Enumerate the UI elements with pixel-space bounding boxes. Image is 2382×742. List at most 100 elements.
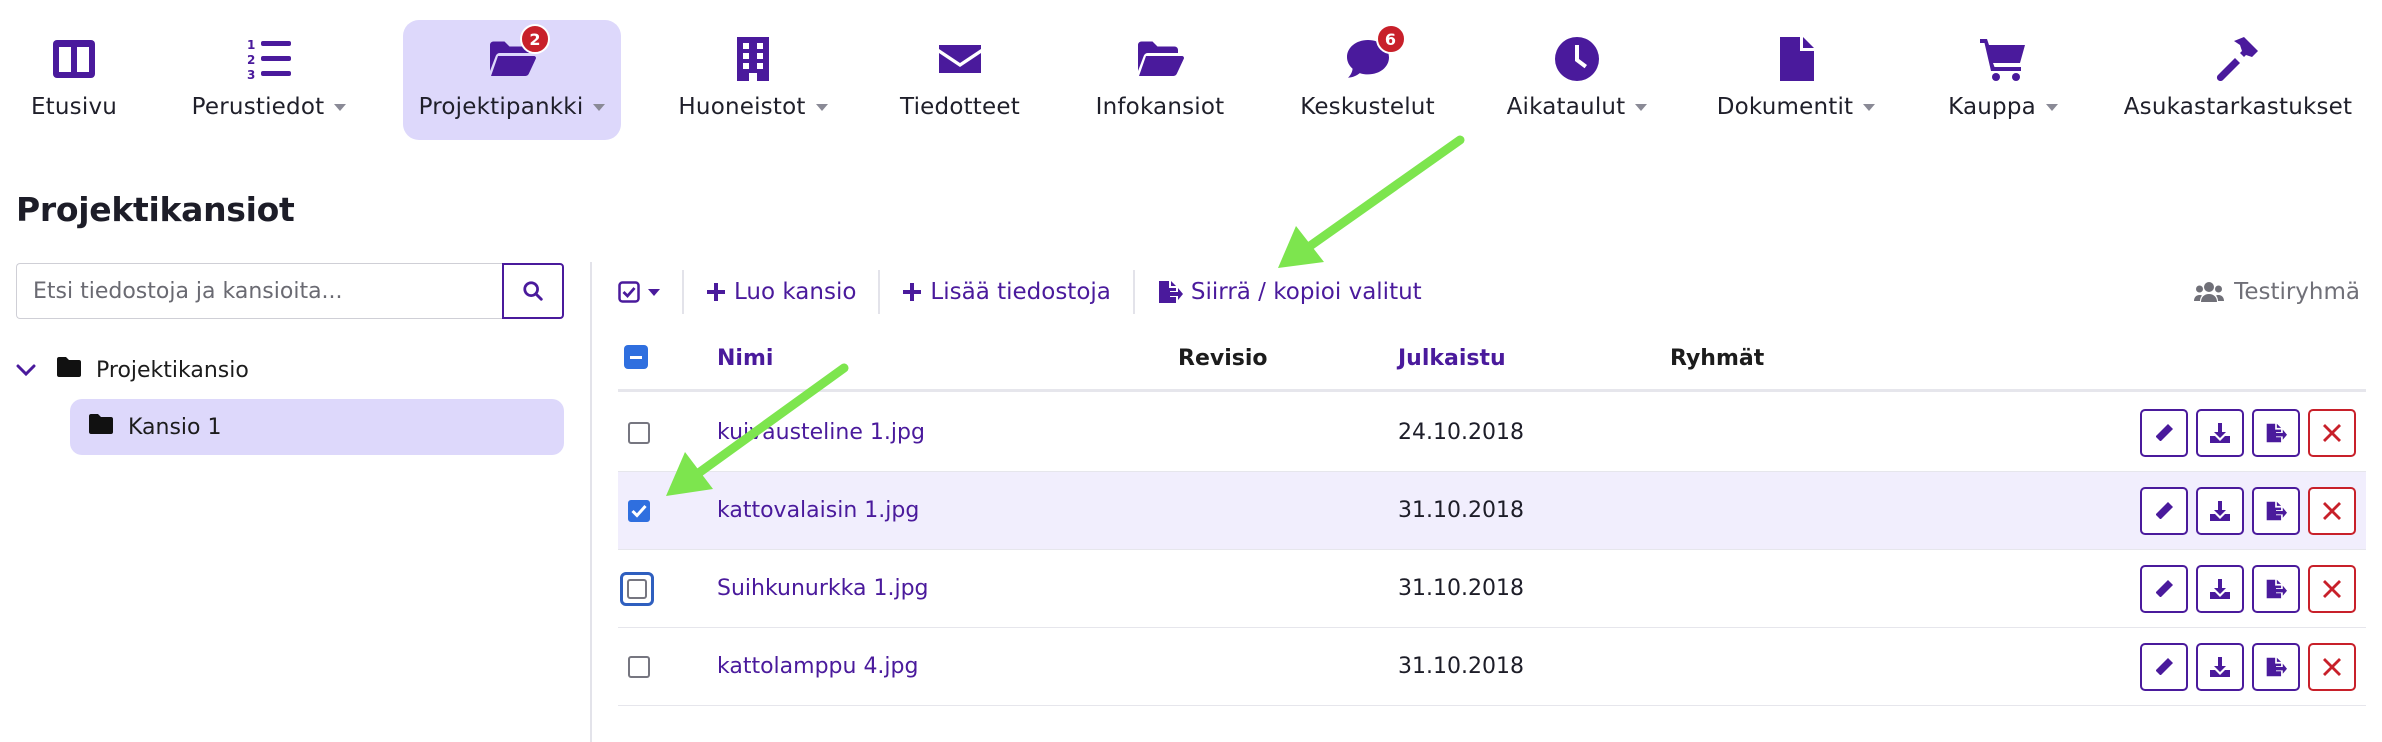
- table-row: kattovalaisin 1.jpg 31.10.2018: [618, 472, 2366, 550]
- file-export-icon: [2266, 423, 2287, 442]
- clock-icon: [1551, 34, 1603, 84]
- tree-node-root[interactable]: Projektikansio: [16, 352, 249, 388]
- nav-item-infokansiot[interactable]: Infokansiot: [1086, 20, 1234, 140]
- table-row: kattolamppu 4.jpg 31.10.2018: [618, 628, 2366, 706]
- nav-item-huoneistot[interactable]: Huoneistot: [670, 20, 836, 140]
- nav-item-kauppa[interactable]: Kauppa: [1938, 20, 2068, 140]
- nav-item-etusivu[interactable]: Etusivu: [14, 20, 134, 140]
- move-copy-file-button[interactable]: [2252, 408, 2300, 457]
- numbered-list-icon: 123: [243, 34, 295, 84]
- add-files-button[interactable]: Lisää tiedostoja: [880, 270, 1132, 314]
- row-actions: [2140, 564, 2356, 613]
- search-icon: [523, 281, 543, 301]
- caret-down-icon: [593, 103, 606, 111]
- file-search: [16, 263, 564, 319]
- file-name-link[interactable]: kuivausteline 1.jpg: [717, 420, 925, 445]
- nav-item-aikataulut[interactable]: Aikataulut: [1498, 20, 1656, 140]
- document-icon: [1770, 34, 1822, 84]
- download-button[interactable]: [2196, 564, 2244, 613]
- caret-down-icon: [334, 103, 347, 111]
- delete-button[interactable]: [2308, 486, 2356, 535]
- delete-button[interactable]: [2308, 408, 2356, 457]
- edit-button[interactable]: [2140, 486, 2188, 535]
- pencil-icon: [2156, 423, 2173, 441]
- download-button[interactable]: [2196, 486, 2244, 535]
- nav-label: Infokansiot: [1095, 94, 1225, 120]
- nav-item-keskustelut[interactable]: 6 Keskustelut: [1290, 20, 1445, 140]
- building-icon: [727, 34, 779, 84]
- move-copy-label: Siirrä / kopioi valitut: [1190, 279, 1422, 305]
- nav-label: Tiedotteet: [900, 94, 1020, 120]
- close-icon: [2323, 501, 2341, 520]
- row-checkbox[interactable]: [628, 499, 650, 522]
- row-checkbox[interactable]: [620, 571, 654, 606]
- row-actions: [2140, 486, 2356, 535]
- folder-icon: [88, 413, 114, 441]
- move-copy-file-button[interactable]: [2252, 642, 2300, 691]
- caret-down-icon: [815, 103, 828, 111]
- published-date: 31.10.2018: [1398, 498, 1524, 523]
- file-export-icon: [1158, 281, 1183, 303]
- move-copy-button[interactable]: Siirrä / kopioi valitut: [1135, 270, 1444, 314]
- column-header-published[interactable]: Julkaistu: [1398, 346, 1506, 371]
- move-copy-file-button[interactable]: [2252, 486, 2300, 535]
- chevron-down-icon[interactable]: [16, 358, 36, 383]
- nav-item-dokumentit[interactable]: Dokumentit: [1712, 20, 1880, 140]
- plus-icon: [903, 283, 922, 301]
- file-name-link[interactable]: Suihkunurkka 1.jpg: [717, 576, 929, 601]
- edit-button[interactable]: [2140, 564, 2188, 613]
- chat-icon: 6: [1342, 24, 1406, 84]
- nav-label: Perustiedot: [191, 94, 325, 120]
- svg-text:2: 2: [247, 53, 255, 67]
- search-input[interactable]: [16, 263, 502, 319]
- row-checkbox[interactable]: [628, 421, 650, 444]
- nav-label: Kauppa: [1948, 94, 2036, 120]
- caret-down-icon: [1863, 103, 1876, 111]
- notification-badge: 2: [520, 24, 550, 54]
- nav-label: Projektipankki: [418, 94, 584, 120]
- create-folder-label: Luo kansio: [734, 279, 857, 305]
- envelope-icon: [934, 34, 986, 84]
- top-navigation: Etusivu 123 Perustiedot 2 Projektipankki…: [0, 0, 2382, 148]
- cart-icon: [1977, 34, 2029, 84]
- file-name-link[interactable]: kattovalaisin 1.jpg: [717, 498, 919, 523]
- nav-item-perustiedot[interactable]: 123 Perustiedot: [184, 20, 354, 140]
- nav-item-tiedotteet[interactable]: Tiedotteet: [885, 20, 1035, 140]
- panel-divider: [590, 262, 592, 742]
- row-checkbox[interactable]: [628, 655, 650, 678]
- caret-down-icon: [648, 288, 660, 296]
- column-header-revision: Revisio: [1178, 346, 1268, 371]
- column-header-groups: Ryhmät: [1670, 346, 1765, 371]
- group-selector[interactable]: Testiryhmä: [2194, 279, 2364, 305]
- table-row: Suihkunurkka 1.jpg 31.10.2018: [618, 550, 2366, 628]
- edit-button[interactable]: [2140, 642, 2188, 691]
- file-export-icon: [2266, 657, 2287, 676]
- select-all-checkbox[interactable]: [624, 345, 648, 369]
- notification-badge: 6: [1375, 24, 1406, 54]
- nav-item-asukastarkastukset[interactable]: Asukastarkastukset: [2118, 20, 2358, 140]
- nav-label: Keskustelut: [1300, 94, 1435, 120]
- checkmark-icon: [631, 504, 647, 518]
- hammer-icon: [2212, 34, 2264, 84]
- select-all-dropdown[interactable]: [618, 270, 682, 314]
- tree-node-kansio-1[interactable]: Kansio 1: [70, 399, 564, 455]
- delete-button[interactable]: [2308, 564, 2356, 613]
- file-name-link[interactable]: kattolamppu 4.jpg: [717, 654, 918, 679]
- pencil-icon: [2156, 657, 2173, 675]
- search-button[interactable]: [502, 263, 564, 319]
- download-icon: [2210, 656, 2230, 677]
- download-button[interactable]: [2196, 408, 2244, 457]
- nav-label: Aikataulut: [1506, 94, 1626, 120]
- create-folder-button[interactable]: Luo kansio: [684, 270, 878, 314]
- edit-button[interactable]: [2140, 408, 2188, 457]
- column-header-name[interactable]: Nimi: [717, 346, 773, 371]
- nav-label: Dokumentit: [1716, 94, 1854, 120]
- nav-label: Etusivu: [30, 94, 118, 120]
- delete-button[interactable]: [2308, 642, 2356, 691]
- dashboard-icon: [48, 34, 100, 84]
- caret-down-icon: [1635, 103, 1648, 111]
- download-button[interactable]: [2196, 642, 2244, 691]
- nav-item-projektipankki[interactable]: 2 Projektipankki: [403, 20, 621, 140]
- move-copy-file-button[interactable]: [2252, 564, 2300, 613]
- tree-node-label: Projektikansio: [96, 357, 249, 383]
